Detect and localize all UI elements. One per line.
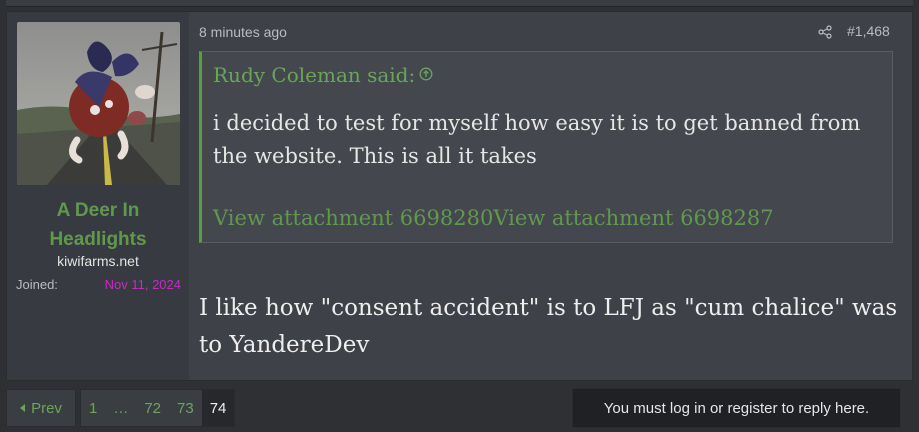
page-link[interactable]: 1 — [81, 390, 105, 426]
page-link[interactable]: 73 — [169, 390, 202, 426]
quote-body: i decided to test for myself how easy it… — [213, 111, 861, 168]
page-current: 74 — [201, 390, 235, 426]
previous-post-edge — [6, 0, 913, 7]
post-time[interactable]: 8 minutes ago — [199, 24, 287, 40]
quote-block: Rudy Coleman said: i decided to test for… — [199, 51, 893, 243]
quote-attachments: View attachment 6698280View attachment 6… — [213, 206, 774, 230]
page-ellipsis: … — [113, 399, 129, 417]
page-numbers: 1 … 72 73 74 — [80, 389, 236, 427]
avatar[interactable] — [17, 22, 180, 185]
arrow-up-circle-icon[interactable] — [419, 62, 433, 81]
page-link[interactable]: 72 — [136, 390, 169, 426]
username[interactable]: A Deer In Headlights — [7, 196, 189, 254]
prev-page-button[interactable]: Prev — [6, 389, 76, 427]
joined-label: Joined: — [16, 277, 58, 292]
quote-author[interactable]: Rudy Coleman said: — [213, 63, 415, 87]
chevron-left-icon — [20, 404, 26, 412]
post-number-link[interactable]: #1,468 — [847, 23, 890, 39]
user-panel: A Deer In Headlights kiwifarms.net Joine… — [7, 12, 189, 380]
share-icon[interactable] — [818, 24, 832, 39]
attachment-link[interactable]: View attachment 6698287 — [493, 206, 773, 230]
post: A Deer In Headlights kiwifarms.net Joine… — [6, 11, 913, 381]
attachment-link[interactable]: View attachment 6698280 — [213, 206, 493, 230]
prev-label: Prev — [31, 399, 62, 417]
login-register-prompt[interactable]: You must log in or register to reply her… — [572, 388, 901, 428]
user-title: kiwifarms.net — [57, 253, 139, 269]
quote-header[interactable]: Rudy Coleman said: — [213, 62, 433, 87]
post-message: I like how "consent accident" is to LFJ … — [199, 295, 898, 358]
pagination: Prev 1 … 72 73 74 — [6, 389, 236, 427]
joined-date: Nov 11, 2024 — [104, 277, 181, 292]
